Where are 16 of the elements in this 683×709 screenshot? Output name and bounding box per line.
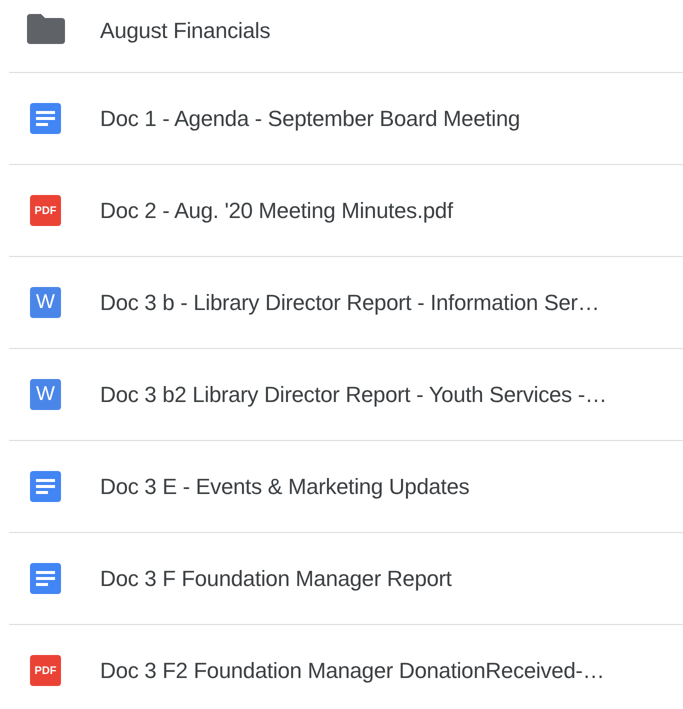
file-name[interactable]: Doc 3 E - Events & Marketing Updates [100, 474, 470, 500]
pdf-icon: PDF [30, 195, 61, 226]
folder-icon [27, 14, 65, 44]
document-icon [30, 103, 61, 134]
document-icon [30, 563, 61, 594]
file-name[interactable]: Doc 3 b2 Library Director Report - Youth Services -… [100, 382, 607, 408]
word-icon: W [30, 379, 61, 410]
file-name[interactable]: Doc 3 F Foundation Manager Report [100, 566, 452, 592]
document-icon [30, 471, 61, 502]
file-name[interactable]: Doc 3 F2 Foundation Manager DonationReceived-… [100, 658, 604, 684]
file-name[interactable]: Doc 2 - Aug. '20 Meeting Minutes.pdf [100, 198, 453, 224]
word-icon: W [30, 287, 61, 318]
file-name[interactable]: Doc 3 b - Library Director Report - Information Ser… [100, 290, 600, 316]
file-name[interactable]: Doc 1 - Agenda - September Board Meeting [100, 106, 520, 132]
file-name[interactable]: August Financials [100, 18, 270, 44]
pdf-icon: PDF [30, 655, 61, 686]
